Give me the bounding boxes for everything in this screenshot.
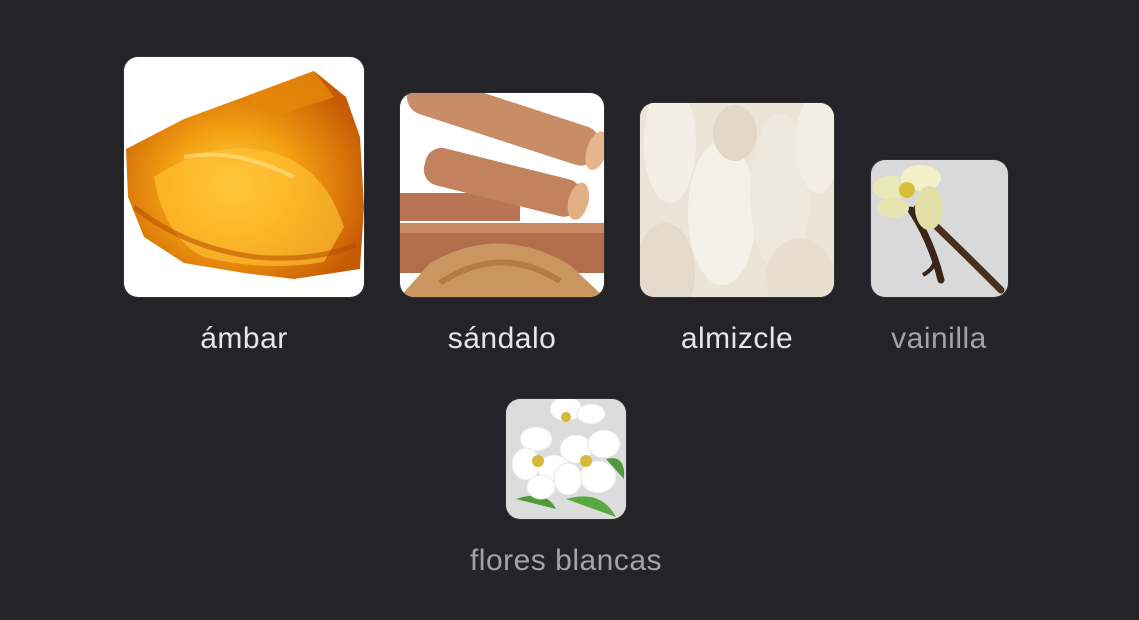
note-label-musk: almizcle <box>680 322 794 355</box>
note-label-sandalwood: sándalo <box>447 322 557 355</box>
sandalwood-tile[interactable] <box>400 93 604 297</box>
sandalwood-image <box>400 93 604 297</box>
vanilla-tile[interactable] <box>871 160 1008 297</box>
note-label-white-flowers: flores blancas <box>469 544 663 577</box>
white-flowers-tile[interactable] <box>506 399 626 519</box>
musk-tile[interactable] <box>640 103 834 297</box>
note-label-amber: ámbar <box>200 322 288 355</box>
note-label-vanilla: vainilla <box>891 322 987 355</box>
white-flowers-image <box>506 399 626 519</box>
amber-tile[interactable] <box>124 57 364 297</box>
amber-image <box>124 57 364 297</box>
vanilla-image <box>871 160 1008 297</box>
musk-image <box>640 103 834 297</box>
fragrance-notes-screen: { "notes": [ {"label": "ámbar", "image":… <box>0 0 1139 620</box>
